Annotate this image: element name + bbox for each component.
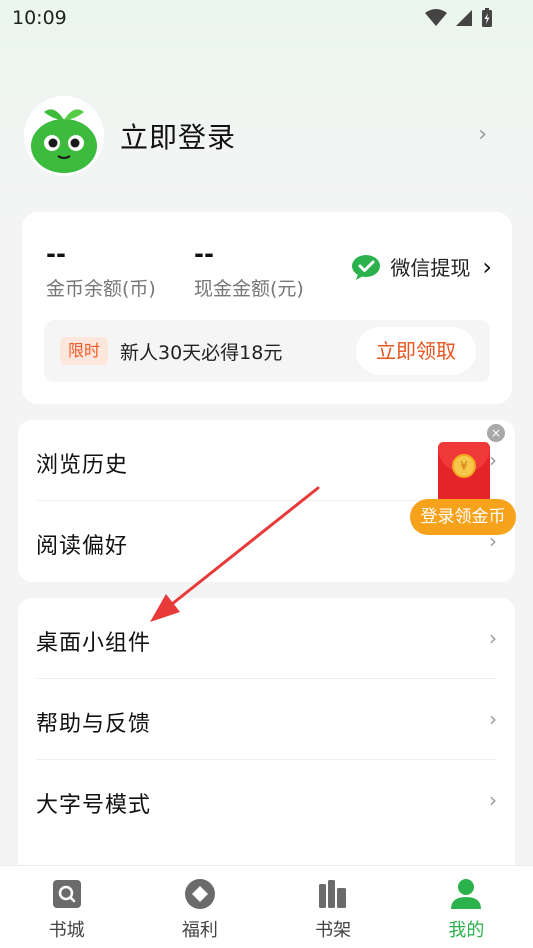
menu-item-label: 大字号模式 (36, 793, 152, 818)
menu-card-settings: 桌面小组件 › 帮助与反馈 › 大字号模式 › (18, 598, 515, 888)
status-time: 10:09 (12, 7, 67, 29)
tab-label: 书架 (315, 920, 352, 941)
battery-icon (482, 8, 492, 27)
new-user-promo-banner[interactable]: 限时 新人30天必得18元 立即领取 (44, 320, 490, 382)
tab-bookshelf[interactable]: 书架 (267, 866, 400, 948)
coin-balance-label: 金币余额(币) (46, 278, 156, 300)
cash-balance[interactable]: -- 现金金额(元) (194, 240, 304, 301)
coin-icon: ¥ (452, 454, 476, 478)
login-reward-label: 登录领金币 (410, 499, 516, 535)
claim-now-button[interactable]: 立即领取 (356, 327, 476, 375)
tab-welfare[interactable]: 福利 (133, 866, 266, 948)
cash-balance-value: -- (194, 240, 214, 268)
menu-item-label: 帮助与反馈 (36, 712, 152, 737)
wallet-card: -- 金币余额(币) -- 现金金额(元) 微信提现 › 限时 新人30天必得1… (22, 212, 512, 404)
tab-profile[interactable]: 我的 (400, 866, 533, 948)
avatar[interactable] (24, 96, 104, 176)
tab-label: 福利 (181, 920, 218, 941)
profile-header[interactable]: 立即登录 › (24, 96, 509, 176)
floating-login-reward[interactable]: × ¥ 登录领金币 (410, 424, 518, 536)
coin-balance-value: -- (46, 240, 66, 268)
login-title[interactable]: 立即登录 (120, 116, 236, 156)
sprout-mascot-icon (24, 96, 104, 176)
tab-label: 书城 (48, 920, 85, 941)
tab-bookstore[interactable]: 书城 (0, 866, 133, 948)
bookshelf-icon (319, 880, 347, 908)
tab-label: 我的 (448, 920, 485, 941)
bookstore-icon (52, 880, 81, 908)
menu-item-label: 阅读偏好 (36, 534, 129, 559)
chevron-right-icon: › (489, 788, 497, 812)
close-icon[interactable]: × (487, 424, 505, 442)
wifi-icon (425, 9, 447, 26)
status-bar: 10:09 (0, 0, 533, 36)
chevron-right-icon: › (489, 626, 497, 650)
menu-item-large-font-mode[interactable]: 大字号模式 › (36, 760, 497, 841)
cash-balance-label: 现金金额(元) (194, 278, 304, 300)
limited-time-badge: 限时 (60, 337, 109, 365)
chevron-right-icon: › (489, 707, 497, 731)
wechat-icon (352, 254, 381, 280)
menu-item-label: 桌面小组件 (36, 631, 152, 656)
menu-item-desktop-widget[interactable]: 桌面小组件 › (36, 598, 497, 679)
coin-balance[interactable]: -- 金币余额(币) (46, 240, 156, 301)
chevron-right-icon: › (478, 122, 487, 147)
welfare-icon (184, 879, 215, 909)
wechat-withdraw-label: 微信提现 (390, 256, 471, 280)
bottom-nav: 书城 福利 书架 我的 (0, 865, 533, 948)
profile-icon (451, 879, 482, 909)
chevron-right-icon: › (482, 252, 492, 281)
menu-item-label: 浏览历史 (36, 453, 129, 478)
menu-item-help-feedback[interactable]: 帮助与反馈 › (36, 679, 497, 760)
status-icons (425, 8, 493, 28)
promo-text: 新人30天必得18元 (120, 342, 283, 364)
signal-icon (456, 10, 472, 26)
wechat-withdraw-button[interactable]: 微信提现 › (352, 252, 492, 281)
